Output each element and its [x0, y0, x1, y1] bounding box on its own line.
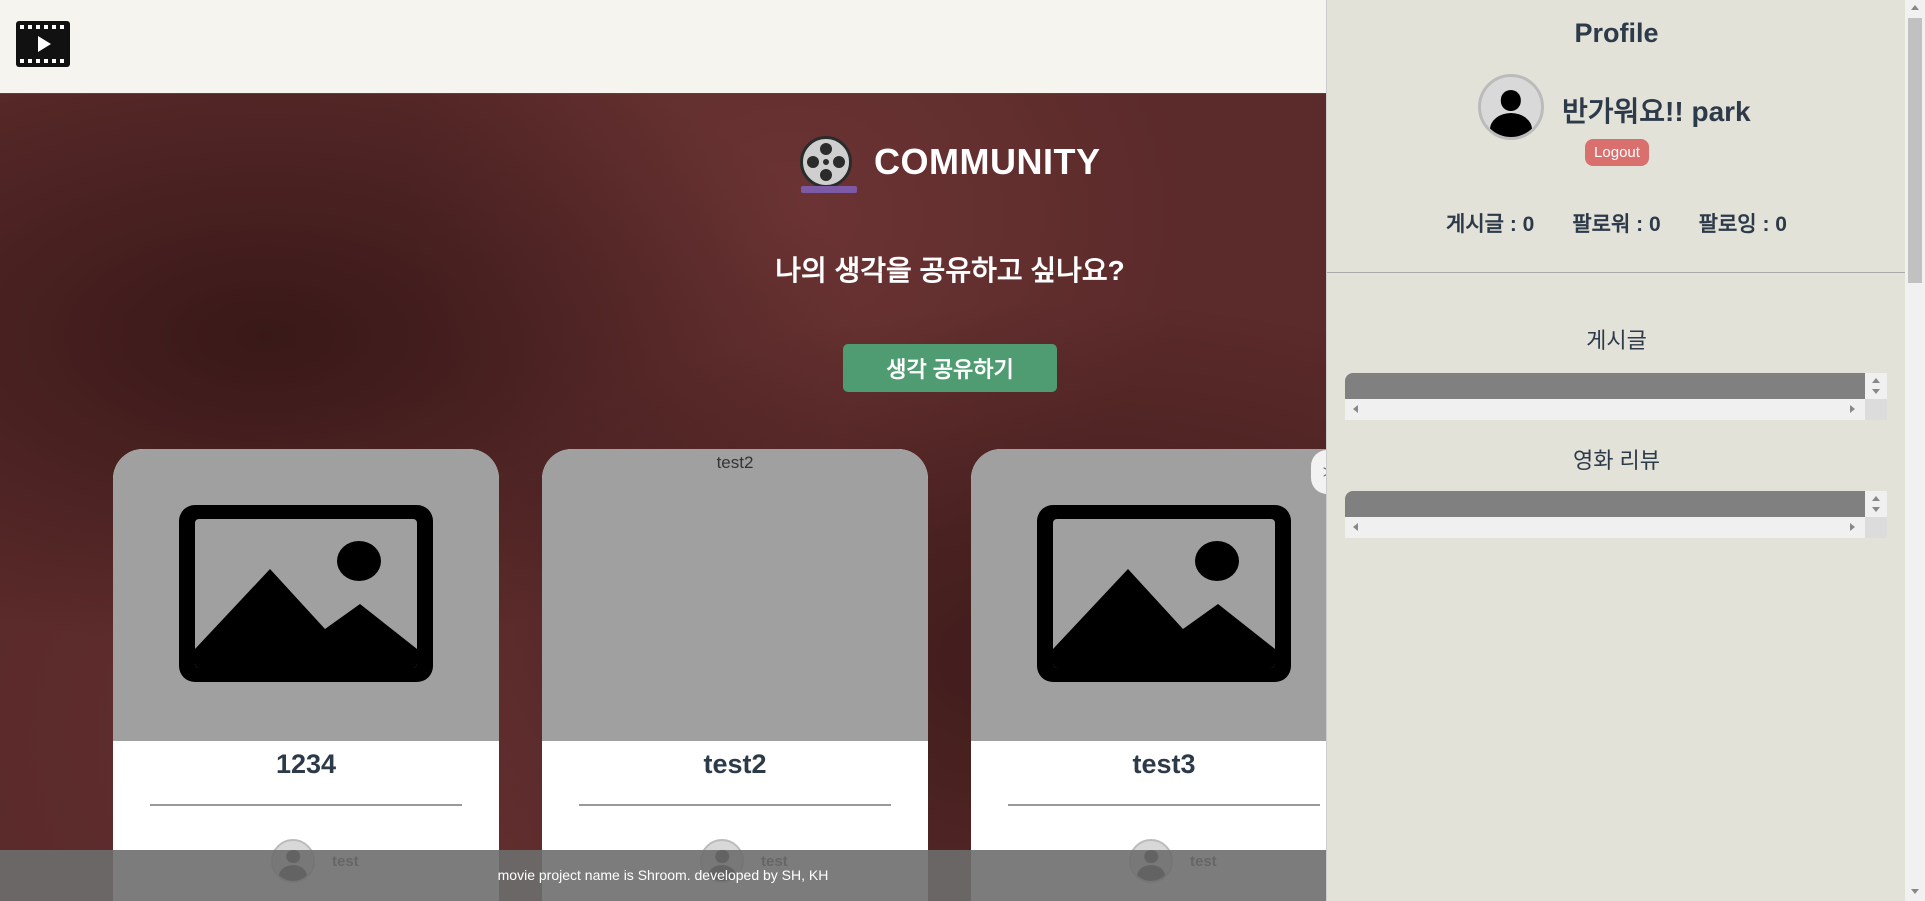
footer: movie project name is Shroom. developed …	[0, 850, 1326, 901]
footer-text: movie project name is Shroom. developed …	[497, 867, 829, 883]
community-main: COMMUNITY 나의 생각을 공유하고 싶나요? 생각 공유하기 1234 …	[0, 94, 1326, 901]
top-header	[0, 0, 1326, 94]
image-placeholder-icon	[179, 505, 433, 682]
profile-title: Profile	[1574, 18, 1659, 48]
post-card[interactable]: 1234 test	[113, 449, 499, 901]
carousel-next-button[interactable]: >	[1311, 450, 1326, 494]
post-image: test2	[542, 449, 928, 741]
posts-section-title: 게시글	[1586, 328, 1647, 353]
community-heading: COMMUNITY	[800, 132, 1101, 193]
scrollbar-thumb[interactable]	[1908, 18, 1922, 283]
image-placeholder-icon	[1037, 505, 1291, 682]
followers-count[interactable]: 팔로워 : 0	[1572, 208, 1660, 238]
scrollbar-vertical[interactable]	[1865, 491, 1887, 517]
reviews-section-title: 영화 리뷰	[1572, 448, 1661, 473]
window-scrollbar[interactable]	[1905, 0, 1925, 901]
profile-stats: 게시글 : 0 팔로워 : 0 팔로잉 : 0	[1327, 208, 1906, 238]
post-image	[113, 449, 499, 741]
share-thought-button[interactable]: 생각 공유하기	[843, 344, 1057, 392]
posts-list[interactable]	[1345, 373, 1887, 420]
post-card[interactable]: test2 test2 test	[542, 449, 928, 901]
film-play-icon[interactable]	[16, 21, 70, 67]
film-reel-icon	[800, 136, 857, 193]
post-title: 1234	[275, 749, 337, 779]
panel-divider	[1327, 272, 1906, 273]
divider	[150, 804, 462, 806]
post-title: test2	[703, 749, 767, 779]
divider	[579, 804, 891, 806]
scrollbar-horizontal[interactable]	[1345, 517, 1865, 538]
posts-count[interactable]: 게시글 : 0	[1446, 208, 1534, 238]
divider	[1008, 804, 1320, 806]
post-card[interactable]: test3 test	[971, 449, 1326, 901]
scrollbar-vertical[interactable]	[1865, 373, 1887, 399]
share-question: 나의 생각을 공유하고 싶나요?	[775, 255, 1125, 286]
broken-image-alt: test2	[716, 453, 754, 472]
reviews-list[interactable]	[1345, 491, 1887, 538]
post-image	[971, 449, 1326, 741]
user-avatar	[1478, 74, 1544, 140]
scrollbar-horizontal[interactable]	[1345, 399, 1865, 420]
profile-panel: Profile 반가워요!! park Logout 게시글 : 0 팔로워 :…	[1326, 0, 1906, 901]
greeting: 반가워요!! park	[1562, 96, 1751, 127]
following-count[interactable]: 팔로잉 : 0	[1699, 208, 1787, 238]
logout-button[interactable]: Logout	[1585, 139, 1649, 166]
community-title: COMMUNITY	[874, 141, 1101, 182]
post-title: test3	[1132, 749, 1196, 779]
